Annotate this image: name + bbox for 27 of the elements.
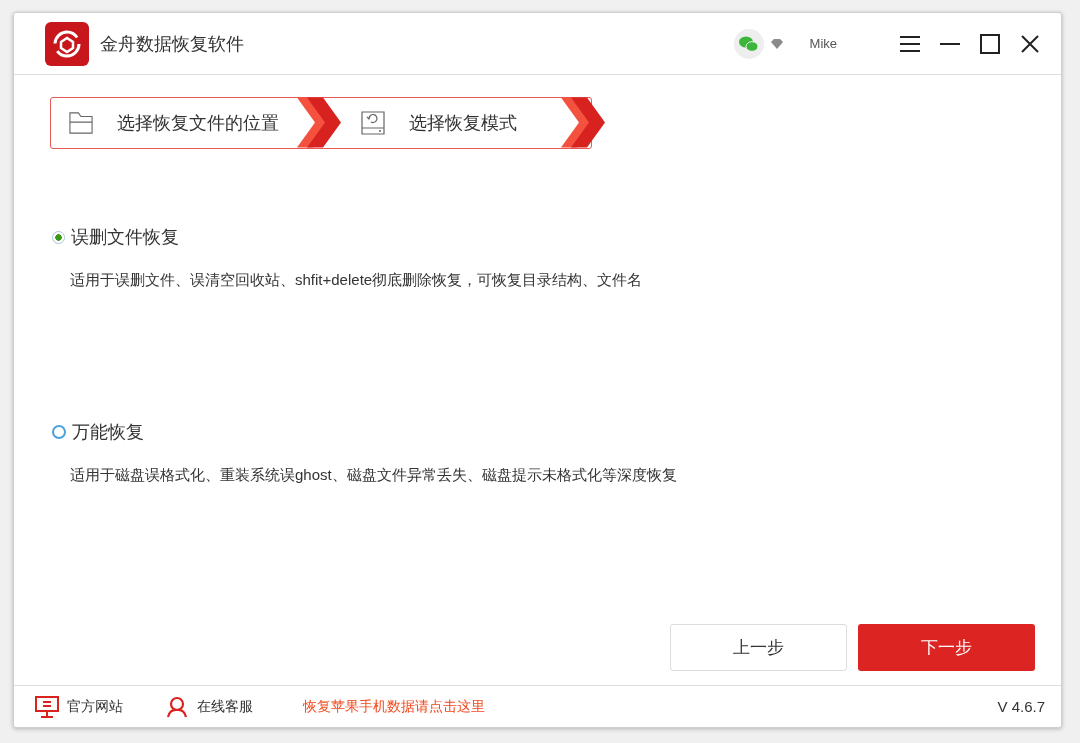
user-name[interactable]: Mike (809, 36, 837, 51)
close-icon[interactable] (1019, 32, 1041, 55)
footer-link[interactable]: 官方网站 (35, 695, 123, 718)
window-title: 金舟数据恢复软件 (100, 32, 244, 56)
chevron-icon (296, 97, 341, 148)
radio-button[interactable] (52, 230, 65, 244)
previous-button[interactable]: 上一步 (670, 624, 847, 671)
diamond-icon[interactable] (769, 37, 784, 50)
maximize-icon[interactable] (979, 32, 1001, 55)
wechat-icon[interactable] (733, 28, 764, 59)
iphone-recovery-link[interactable]: 恢复苹果手机数据请点击这里 (303, 697, 485, 716)
monitor-icon (35, 695, 59, 718)
hard-drive-icon (360, 111, 385, 135)
footer-link[interactable]: 在线客服 (165, 695, 253, 718)
step-label: 选择恢复文件的位置 (117, 112, 279, 135)
chevron-icon (561, 97, 605, 148)
option-title[interactable]: 万能恢复 (72, 420, 144, 444)
step-label: 选择恢复模式 (408, 112, 517, 135)
option-title[interactable]: 误删文件恢复 (71, 225, 179, 249)
radio-button[interactable] (52, 425, 66, 439)
option-description: 适用于误删文件、误清空回收站、shfit+delete彻底删除恢复，可恢复目录结构、文件名 (70, 271, 644, 290)
folder-icon (69, 111, 93, 135)
next-button[interactable]: 下一步 (858, 624, 1035, 671)
version-label: V 4.6.7 (997, 698, 1045, 715)
option-description: 适用于磁盘误格式化、重装系统误ghost、磁盘文件异常丢失、磁盘提示未格式化等深度恢复 (70, 466, 678, 485)
app-logo-icon (45, 21, 89, 66)
person-icon (165, 695, 189, 718)
